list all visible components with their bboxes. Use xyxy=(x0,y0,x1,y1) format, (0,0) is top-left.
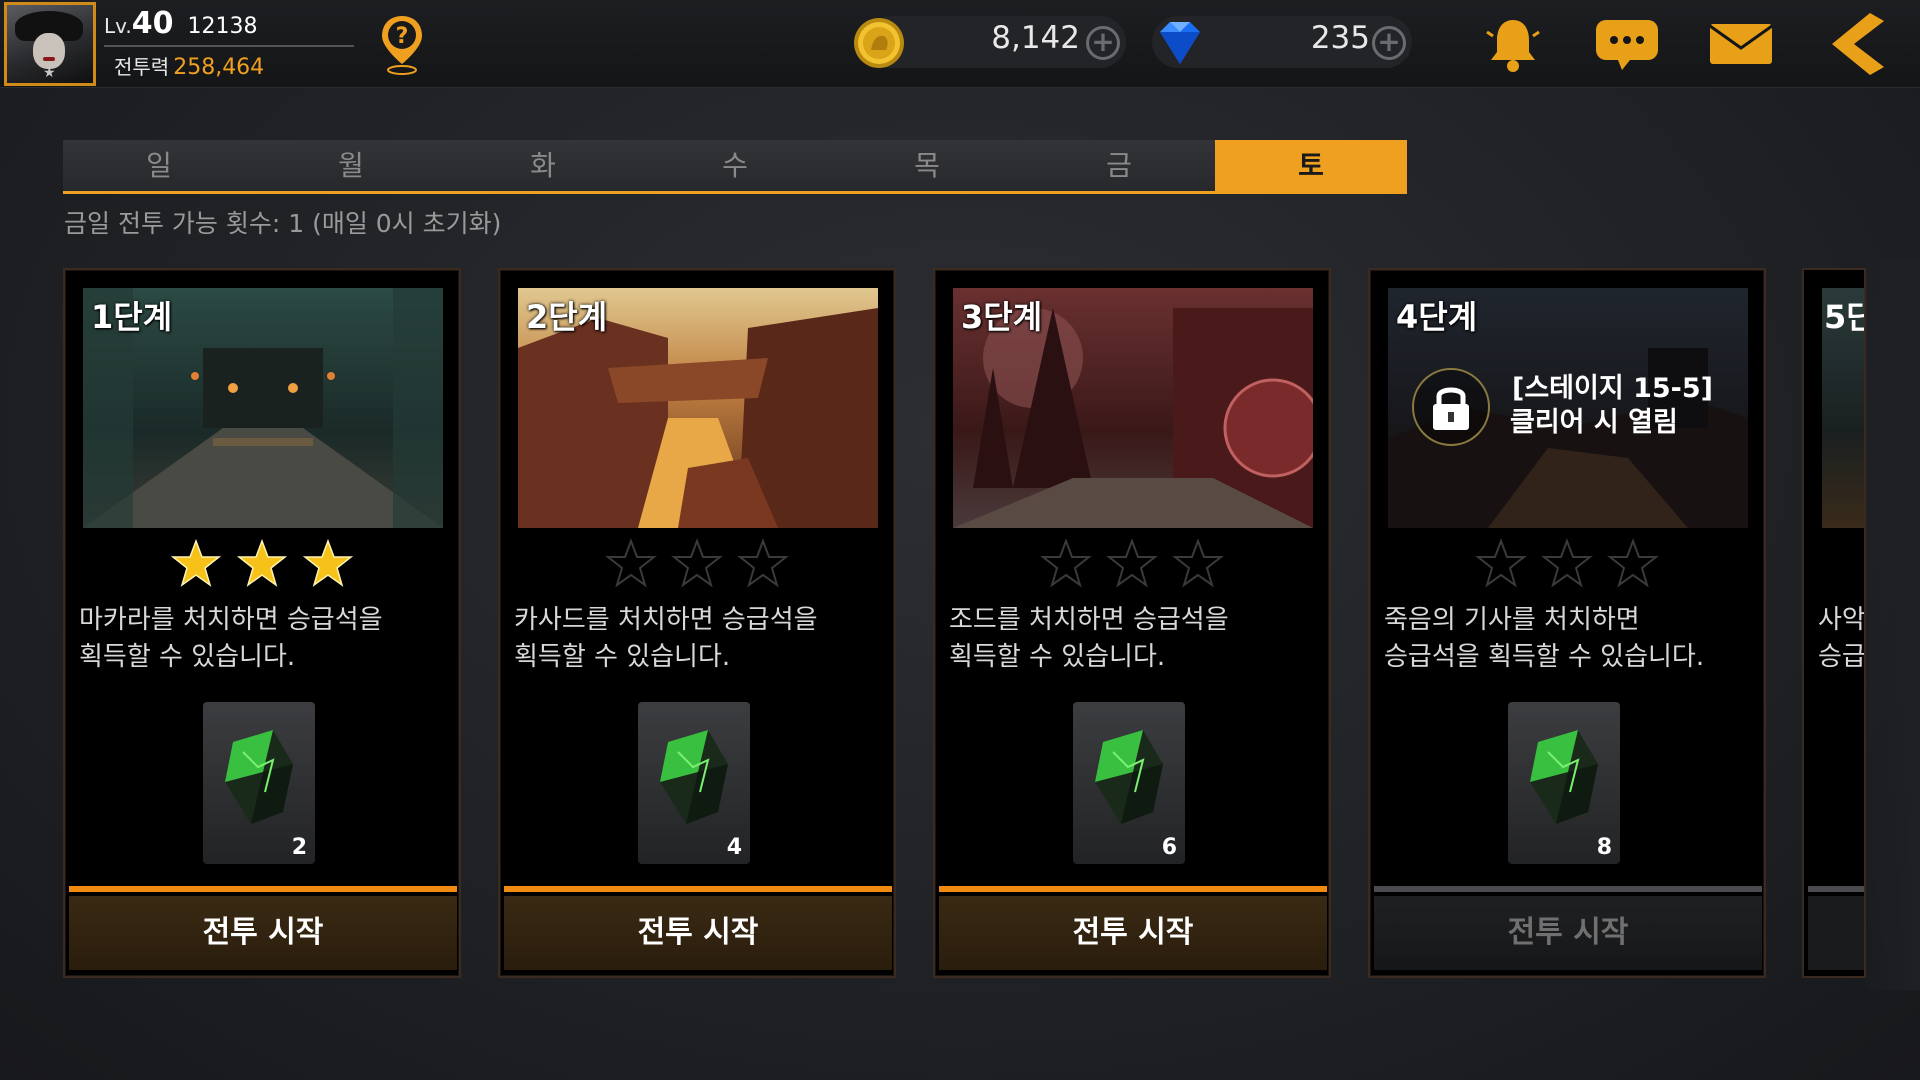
stage-2-description: 카사드를 처치하면 승급석을 획득할 수 있습니다. xyxy=(514,605,818,672)
back-arrow-icon[interactable] xyxy=(1818,8,1892,80)
tab-thursday[interactable]: 목 xyxy=(831,140,1023,191)
stage-2-image: 2단계 xyxy=(518,288,878,528)
svg-text:?: ? xyxy=(396,24,409,49)
player-avatar[interactable]: ★ xyxy=(4,2,96,86)
star-icon xyxy=(1172,538,1224,588)
stage-2-bar xyxy=(504,886,892,892)
stage-4-reward[interactable]: 8 xyxy=(1508,702,1620,864)
stage-5-label: 5단 xyxy=(1824,298,1864,336)
stage-5-bar xyxy=(1808,886,1864,892)
stage-3-reward-count: 6 xyxy=(1161,835,1177,860)
star-icon xyxy=(170,538,222,587)
stage-3-bar xyxy=(939,886,1327,892)
mail-icon[interactable] xyxy=(1704,8,1778,80)
stage-4-start-button[interactable]: 전투 시작 xyxy=(1374,896,1762,970)
stage-3-image: 3단계 xyxy=(953,288,1313,528)
gold-coin-icon xyxy=(852,16,906,70)
stage-1-reward-count: 2 xyxy=(291,835,307,860)
stage-3-reward[interactable]: 6 xyxy=(1073,702,1185,864)
blue-gem-icon xyxy=(1150,16,1210,70)
star-icon xyxy=(1607,538,1659,588)
stage-5-start-button[interactable] xyxy=(1808,896,1864,970)
level-prefix: Lv. xyxy=(104,14,132,38)
star-icon xyxy=(1106,538,1158,588)
help-pin-icon[interactable]: ? xyxy=(378,12,426,76)
stage-2-label: 2단계 xyxy=(526,298,608,336)
stage-4-bar xyxy=(1374,886,1762,892)
stage-4-stars xyxy=(1370,538,1764,590)
stage-3-start-button[interactable]: 전투 시작 xyxy=(939,896,1327,970)
top-bar: ★ Lv. 40 12138 전투력 258,464 ? 8,142 + 235… xyxy=(0,0,1920,88)
power-value: 258,464 xyxy=(173,55,265,80)
stage-3-description: 조드를 처치하면 승급석을 획득할 수 있습니다. xyxy=(949,605,1229,672)
star-icon xyxy=(236,538,288,587)
stage-2-reward[interactable]: 4 xyxy=(638,702,750,864)
gem-amount: 235 xyxy=(1310,20,1370,56)
stage-2-stars xyxy=(500,538,894,590)
tab-wednesday[interactable]: 수 xyxy=(639,140,831,191)
stage-card-2: 2단계 카사드를 처치하면 승급석을 획득할 수 있습니다. 4 전투 시작 xyxy=(498,268,896,978)
stage-1-reward[interactable]: 2 xyxy=(203,702,315,864)
stage-card-5: 5단 사악 승급 xyxy=(1802,268,1866,978)
stage-4-reward-count: 8 xyxy=(1596,835,1612,860)
stage-5-description: 사악 승급 xyxy=(1818,605,1866,672)
tab-tuesday[interactable]: 화 xyxy=(447,140,639,191)
stage-1-image: 1단계 xyxy=(83,288,443,528)
stage-4-unlock-condition: [스테이지 15-5] 클리어 시 열림 xyxy=(1510,373,1714,438)
add-gem-button[interactable]: + xyxy=(1372,26,1406,60)
avatar-portrait: ★ xyxy=(7,5,93,83)
power-label: 전투력 xyxy=(114,55,170,79)
day-tabs: 일 월 화 수 목 금 토 xyxy=(63,140,1407,194)
promotion-stone-icon xyxy=(225,730,293,824)
tab-saturday[interactable]: 토 xyxy=(1215,140,1407,191)
scroll-fade xyxy=(1866,260,1920,990)
stage-4-description: 죽음의 기사를 처치하면 승급석을 획득할 수 있습니다. xyxy=(1384,605,1705,672)
bell-icon[interactable] xyxy=(1476,8,1550,80)
player-level: 40 xyxy=(131,6,174,41)
star-icon xyxy=(302,538,354,587)
stage-3-label: 3단계 xyxy=(961,298,1043,336)
star-icon xyxy=(671,538,723,588)
stage-3-stars xyxy=(935,538,1329,590)
chat-icon[interactable] xyxy=(1590,8,1664,80)
tab-monday[interactable]: 월 xyxy=(255,140,447,191)
star-icon xyxy=(1541,538,1593,588)
stage-card-3: 3단계 조드를 처치하면 승급석을 획득할 수 있습니다. 6 전투 시작 xyxy=(933,268,1331,978)
promotion-stone-icon xyxy=(1095,730,1163,824)
stage-1-stars xyxy=(65,538,459,590)
stage-4-label: 4단계 xyxy=(1396,298,1478,336)
stage-4-image: 4단계 [스테이지 15-5] 클리어 시 열림 xyxy=(1388,288,1748,528)
stage-1-label: 1단계 xyxy=(91,298,173,336)
star-icon xyxy=(1040,538,1092,588)
stage-1-bar xyxy=(69,886,457,892)
stage-1-start-button[interactable]: 전투 시작 xyxy=(69,896,457,970)
stage-2-reward-count: 4 xyxy=(726,835,742,860)
stage-card-1: 1단계 마카라를 처치하면 승급석을 획득할 수 있습니다. 2 전투 시작 xyxy=(63,268,461,978)
stage-2-start-button[interactable]: 전투 시작 xyxy=(504,896,892,970)
promotion-stone-icon xyxy=(660,730,728,824)
tab-friday[interactable]: 금 xyxy=(1023,140,1215,191)
exp-divider xyxy=(104,45,354,47)
stage-card-4: 4단계 [스테이지 15-5] 클리어 시 열림 죽음의 기사를 처치하면 승급… xyxy=(1368,268,1766,978)
player-info: Lv. 40 12138 전투력 258,464 xyxy=(104,6,362,82)
add-gold-button[interactable]: + xyxy=(1086,26,1120,60)
gold-amount: 8,142 xyxy=(991,20,1080,56)
player-exp: 12138 xyxy=(187,14,258,39)
star-icon xyxy=(737,538,789,588)
battle-count-info: 금일 전투 가능 횟수: 1 (매일 0시 초기화) xyxy=(64,209,502,238)
tab-sunday[interactable]: 일 xyxy=(63,140,255,191)
promotion-stone-icon xyxy=(1530,730,1598,824)
stage-1-description: 마카라를 처치하면 승급석을 획득할 수 있습니다. xyxy=(79,605,383,672)
star-icon xyxy=(1475,538,1527,588)
star-icon xyxy=(605,538,657,588)
lock-icon xyxy=(1412,368,1490,446)
